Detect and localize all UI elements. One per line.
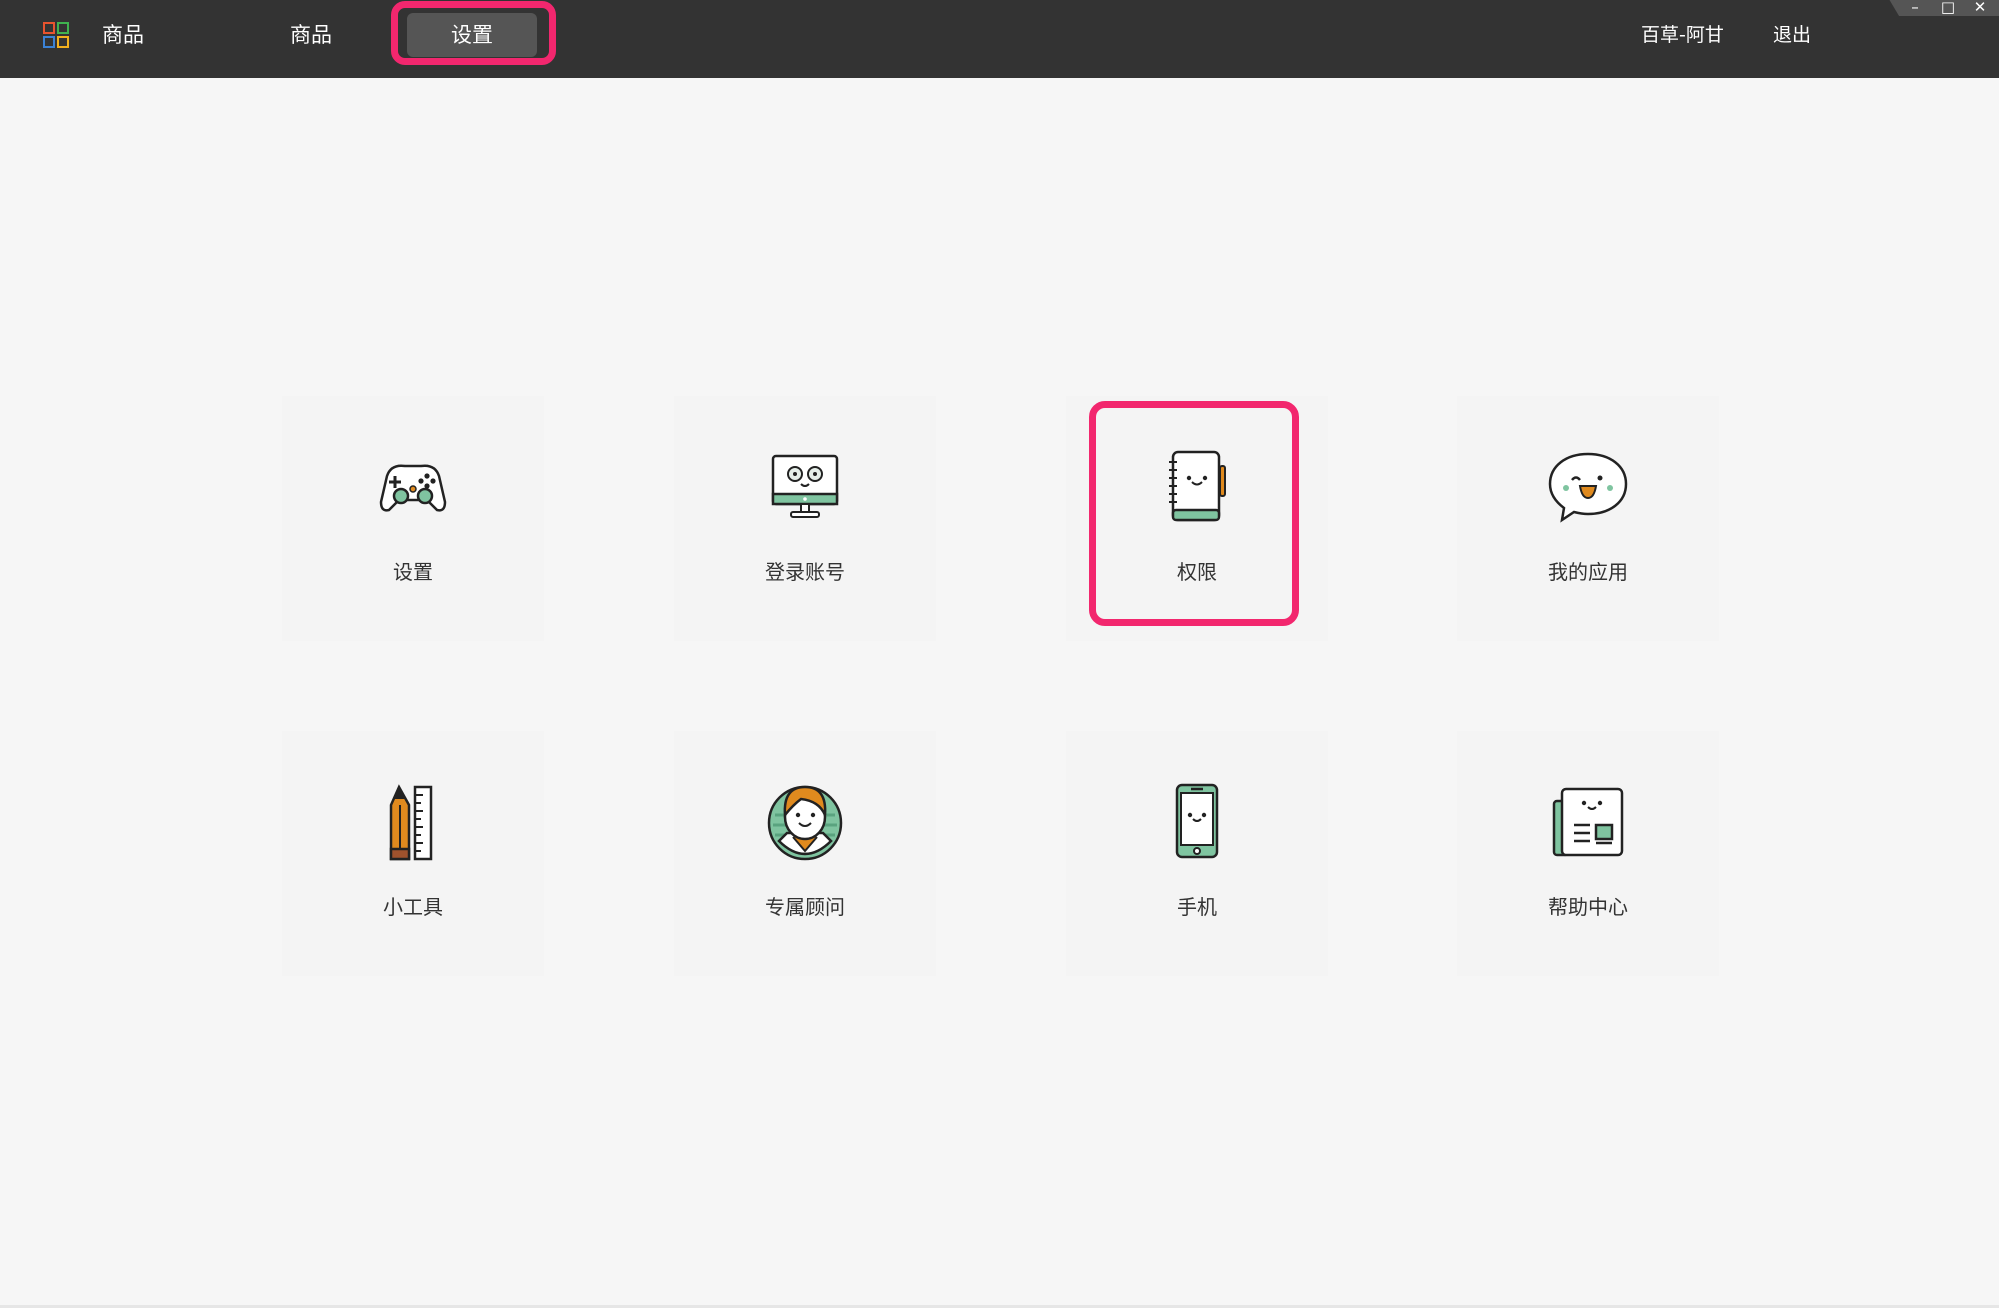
chat-bubble-icon xyxy=(1548,452,1628,523)
notebook-icon xyxy=(1169,450,1226,522)
tab-settings[interactable]: 设置 xyxy=(407,13,537,57)
card-label: 手机 xyxy=(1177,895,1217,919)
monitor-icon xyxy=(771,454,839,518)
minimize-icon[interactable]: – xyxy=(1905,0,1925,16)
card-my-apps[interactable]: 我的应用 xyxy=(1457,396,1719,641)
card-label: 登录账号 xyxy=(765,560,845,584)
card-permissions[interactable]: 权限 xyxy=(1066,396,1328,641)
tab-products[interactable]: 商品 xyxy=(290,20,332,50)
card-label: 专属顾问 xyxy=(765,895,845,919)
maximize-icon[interactable]: □ xyxy=(1938,0,1958,16)
gamepad-icon xyxy=(379,464,447,512)
card-tools[interactable]: 小工具 xyxy=(282,731,544,976)
close-icon[interactable]: ✕ xyxy=(1970,0,1990,16)
phone-icon xyxy=(1175,783,1219,859)
app-title: 商品 xyxy=(102,23,144,47)
logout-button[interactable]: 退出 xyxy=(1773,20,1811,50)
card-label: 帮助中心 xyxy=(1548,895,1628,919)
card-label: 权限 xyxy=(1177,560,1217,584)
advisor-avatar-icon xyxy=(767,785,843,861)
card-phone[interactable]: 手机 xyxy=(1066,731,1328,976)
user-name[interactable]: 百草-阿甘 xyxy=(1641,20,1724,50)
card-label: 小工具 xyxy=(383,895,443,919)
card-label: 设置 xyxy=(393,560,433,584)
top-bar: 商品 商品 设置 百草-阿甘 退出 xyxy=(0,0,1999,78)
app-grid-icon[interactable] xyxy=(43,22,69,48)
help-document-icon xyxy=(1552,787,1624,857)
card-settings[interactable]: 设置 xyxy=(282,396,544,641)
card-label: 我的应用 xyxy=(1548,560,1628,584)
card-login-account[interactable]: 登录账号 xyxy=(674,396,936,641)
card-advisor[interactable]: 专属顾问 xyxy=(674,731,936,976)
card-help-center[interactable]: 帮助中心 xyxy=(1457,731,1719,976)
pencil-ruler-icon xyxy=(389,784,433,861)
